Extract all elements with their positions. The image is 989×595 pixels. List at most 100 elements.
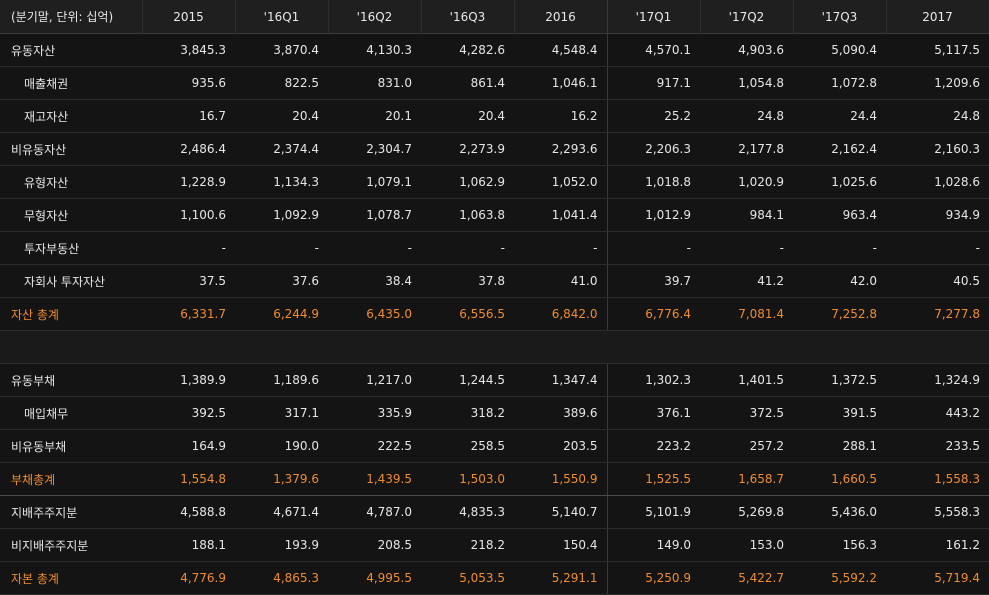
cell-value: 4,671.4: [235, 495, 328, 529]
row-label: 자산 총계: [0, 297, 142, 331]
cell-value: 372.5: [700, 396, 793, 430]
cell-value: 3,845.3: [142, 33, 235, 67]
cell-value: 917.1: [607, 66, 700, 100]
table-row: 자회사 투자자산 37.5 37.6 38.4 37.8 41.0 39.7 4…: [0, 264, 989, 298]
cell-value: 861.4: [421, 66, 514, 100]
cell-value: 5,090.4: [793, 33, 886, 67]
cell-value: 153.0: [700, 528, 793, 562]
header-period: '17Q1: [607, 0, 701, 34]
spacer-cell: [0, 330, 989, 364]
cell-value: 1,525.5: [607, 462, 700, 496]
cell-value: 5,053.5: [421, 561, 514, 595]
cell-value: -: [142, 231, 235, 265]
cell-value: 150.4: [514, 528, 608, 562]
cell-value: 5,101.9: [607, 495, 700, 529]
cell-value: 38.4: [328, 264, 421, 298]
cell-value: 4,570.1: [607, 33, 700, 67]
row-label: 자본 총계: [0, 561, 142, 595]
cell-value: 1,078.7: [328, 198, 421, 232]
cell-value: 7,081.4: [700, 297, 793, 331]
cell-value: 218.2: [421, 528, 514, 562]
cell-value: 40.5: [886, 264, 989, 298]
table-row: 투자부동산 - - - - - - - - -: [0, 231, 989, 265]
cell-value: 20.4: [235, 99, 328, 133]
cell-value: 1,189.6: [235, 363, 328, 397]
cell-value: 4,995.5: [328, 561, 421, 595]
cell-value: 222.5: [328, 429, 421, 463]
cell-value: -: [793, 231, 886, 265]
cell-value: 5,719.4: [886, 561, 989, 595]
table-row: 유동자산 3,845.3 3,870.4 4,130.3 4,282.6 4,5…: [0, 33, 989, 67]
cell-value: 6,331.7: [142, 297, 235, 331]
cell-value: 24.8: [886, 99, 989, 133]
cell-value: 5,117.5: [886, 33, 989, 67]
cell-value: 822.5: [235, 66, 328, 100]
cell-value: 25.2: [607, 99, 700, 133]
table-row: 비유동자산 2,486.4 2,374.4 2,304.7 2,273.9 2,…: [0, 132, 989, 166]
cell-value: 1,503.0: [421, 462, 514, 496]
row-label: 부채총계: [0, 462, 142, 496]
row-label: 유동자산: [0, 33, 142, 67]
cell-value: 6,556.5: [421, 297, 514, 331]
cell-value: 1,401.5: [700, 363, 793, 397]
cell-value: 1,439.5: [328, 462, 421, 496]
cell-value: 1,347.4: [514, 363, 608, 397]
cell-value: 1,244.5: [421, 363, 514, 397]
cell-value: 41.2: [700, 264, 793, 298]
cell-value: 190.0: [235, 429, 328, 463]
cell-value: 16.2: [514, 99, 608, 133]
cell-value: 963.4: [793, 198, 886, 232]
cell-value: 4,776.9: [142, 561, 235, 595]
cell-value: 39.7: [607, 264, 700, 298]
cell-value: 4,548.4: [514, 33, 608, 67]
cell-value: 288.1: [793, 429, 886, 463]
cell-value: 5,436.0: [793, 495, 886, 529]
cell-value: 20.1: [328, 99, 421, 133]
cell-value: 6,776.4: [607, 297, 700, 331]
cell-value: 164.9: [142, 429, 235, 463]
cell-value: 1,554.8: [142, 462, 235, 496]
cell-value: 208.5: [328, 528, 421, 562]
cell-value: 2,160.3: [886, 132, 989, 166]
cell-value: 1,025.6: [793, 165, 886, 199]
table-row: 유동부채 1,389.9 1,189.6 1,217.0 1,244.5 1,3…: [0, 363, 989, 397]
cell-value: 1,302.3: [607, 363, 700, 397]
cell-value: 1,079.1: [328, 165, 421, 199]
table-row: 비지배주주지분 188.1 193.9 208.5 218.2 150.4 14…: [0, 528, 989, 562]
cell-value: 5,140.7: [514, 495, 608, 529]
table-row: 지배주주지분 4,588.8 4,671.4 4,787.0 4,835.3 5…: [0, 495, 989, 529]
cell-value: 1,389.9: [142, 363, 235, 397]
row-label: 투자부동산: [0, 231, 142, 265]
cell-value: 317.1: [235, 396, 328, 430]
cell-value: 37.8: [421, 264, 514, 298]
table-row: 유형자산 1,228.9 1,134.3 1,079.1 1,062.9 1,0…: [0, 165, 989, 199]
cell-value: 7,277.8: [886, 297, 989, 331]
cell-value: 1,046.1: [514, 66, 608, 100]
cell-value: 443.2: [886, 396, 989, 430]
cell-value: 5,592.2: [793, 561, 886, 595]
balance-sheet-table: (분기말, 단위: 십억) 2015 '16Q1 '16Q2 '16Q3 201…: [0, 0, 989, 595]
cell-value: -: [514, 231, 608, 265]
cell-value: 4,903.6: [700, 33, 793, 67]
cell-value: 1,072.8: [793, 66, 886, 100]
cell-value: 318.2: [421, 396, 514, 430]
cell-value: 2,293.6: [514, 132, 608, 166]
header-period: '16Q1: [235, 0, 329, 34]
cell-value: 2,304.7: [328, 132, 421, 166]
header-period: '16Q2: [328, 0, 422, 34]
cell-value: 3,870.4: [235, 33, 328, 67]
cell-value: -: [886, 231, 989, 265]
cell-value: 2,273.9: [421, 132, 514, 166]
cell-value: 376.1: [607, 396, 700, 430]
cell-value: 4,588.8: [142, 495, 235, 529]
header-period: 2017: [886, 0, 989, 34]
table-row: 매입채무 392.5 317.1 335.9 318.2 389.6 376.1…: [0, 396, 989, 430]
cell-value: 1,558.3: [886, 462, 989, 496]
cell-value: 4,282.6: [421, 33, 514, 67]
total-row: 자산 총계 6,331.7 6,244.9 6,435.0 6,556.5 6,…: [0, 297, 989, 331]
cell-value: 1,379.6: [235, 462, 328, 496]
cell-value: 1,324.9: [886, 363, 989, 397]
row-label: 비유동자산: [0, 132, 142, 166]
header-period: '17Q2: [700, 0, 794, 34]
cell-value: 223.2: [607, 429, 700, 463]
